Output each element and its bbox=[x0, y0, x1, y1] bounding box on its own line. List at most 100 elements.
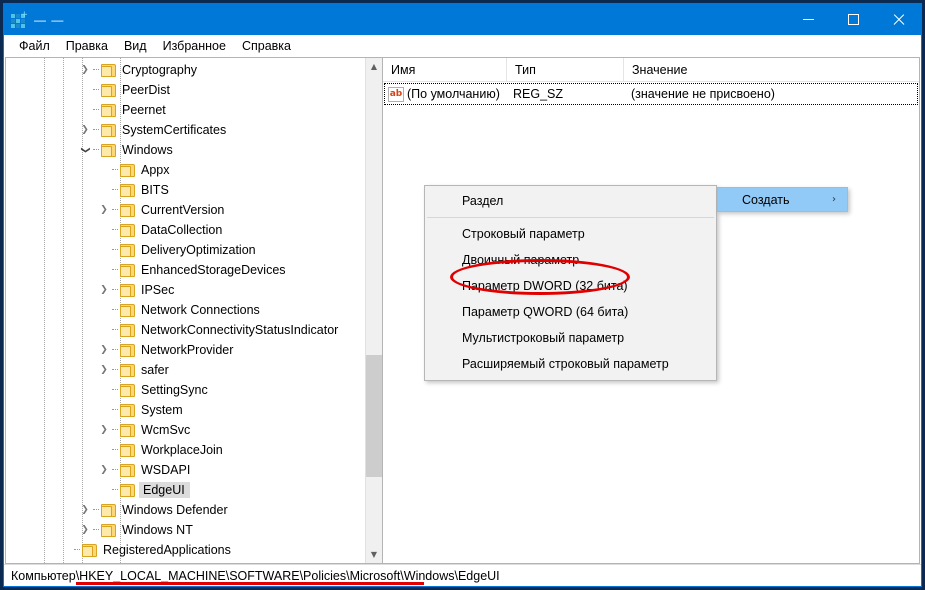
tree-connector-line bbox=[112, 360, 120, 380]
close-button[interactable] bbox=[876, 4, 921, 35]
chevron-right-icon[interactable]: ❯ bbox=[96, 360, 112, 380]
tree-item-label: CurrentVersion bbox=[141, 203, 225, 217]
tree-connector-line bbox=[112, 180, 120, 200]
tree-item-currentversion[interactable]: ❯ CurrentVersion bbox=[6, 200, 365, 220]
menu-favorites[interactable]: Избранное bbox=[155, 37, 234, 55]
tree-item-windows-defender[interactable]: ❯ Windows Defender bbox=[6, 500, 365, 520]
context-menu-item-new[interactable]: Создать › bbox=[717, 187, 848, 212]
tree-item-systemcertificates[interactable]: ❯ SystemCertificates bbox=[6, 120, 365, 140]
tree-item-label: DeliveryOptimization bbox=[141, 243, 256, 257]
menu-file[interactable]: Файл bbox=[11, 37, 58, 55]
folder-icon bbox=[120, 463, 135, 477]
tree-item-registeredapplications[interactable]: RegisteredApplications bbox=[6, 540, 365, 560]
tree-item-ipsec[interactable]: ❯ IPSec bbox=[6, 280, 365, 300]
registry-tree[interactable]: ❯ Cryptography PeerDist Peernet ❯ SystemCerti… bbox=[6, 58, 365, 563]
tree-connector-line bbox=[55, 560, 63, 563]
chevron-right-icon[interactable]: ❯ bbox=[96, 280, 112, 300]
menu-view[interactable]: Вид bbox=[116, 37, 155, 55]
tree-item-label: WSDAPI bbox=[141, 463, 191, 477]
tree-item-label: Windows NT bbox=[122, 523, 193, 537]
context-menu-item-string[interactable]: Строковый параметр bbox=[425, 221, 716, 247]
chevron-right-icon[interactable]: ❯ bbox=[77, 120, 93, 140]
chevron-right-icon[interactable]: ❯ bbox=[77, 500, 93, 520]
scrollbar-thumb[interactable] bbox=[366, 355, 382, 477]
value-data-cell: (значение не присвоено) bbox=[631, 87, 775, 101]
tree-item-deliveryoptimization[interactable]: DeliveryOptimization bbox=[6, 240, 365, 260]
tree-item-networkprovider[interactable]: ❯ NetworkProvider bbox=[6, 340, 365, 360]
chevron-right-icon[interactable]: ❯ bbox=[96, 460, 112, 480]
tree-item-bits[interactable]: BITS bbox=[6, 180, 365, 200]
tree-line-spacer bbox=[77, 80, 93, 100]
context-menu-item-key[interactable]: Раздел bbox=[425, 188, 716, 214]
tree-item-network-connections[interactable]: Network Connections bbox=[6, 300, 365, 320]
registry-tree-pane: ❯ Cryptography PeerDist Peernet ❯ SystemCerti… bbox=[5, 57, 382, 564]
folder-icon bbox=[101, 503, 116, 517]
chevron-right-icon[interactable]: ❯ bbox=[96, 420, 112, 440]
tree-connector-line bbox=[112, 320, 120, 340]
context-menu-item-expandstring[interactable]: Расширяемый строковый параметр bbox=[425, 351, 716, 377]
tree-item-label: Windows Defender bbox=[122, 503, 228, 517]
tree-connector-line bbox=[112, 160, 120, 180]
folder-icon bbox=[120, 383, 135, 397]
folder-icon bbox=[101, 63, 116, 77]
tree-item-datacollection[interactable]: DataCollection bbox=[6, 220, 365, 240]
tree-item-simplitec[interactable]: ❯ simplitec bbox=[6, 560, 365, 563]
tree-item-system[interactable]: System bbox=[6, 400, 365, 420]
tree-item-networkconnectivitystatusindicator[interactable]: NetworkConnectivityStatusIndicator bbox=[6, 320, 365, 340]
menu-edit[interactable]: Правка bbox=[58, 37, 116, 55]
tree-item-wsdapi[interactable]: ❯ WSDAPI bbox=[6, 460, 365, 480]
tree-connector-line bbox=[93, 80, 101, 100]
chevron-right-icon[interactable]: ❯ bbox=[39, 560, 55, 563]
chevron-right-icon[interactable]: ❯ bbox=[77, 520, 93, 540]
folder-icon bbox=[120, 223, 135, 237]
tree-item-edgeui[interactable]: EdgeUI bbox=[6, 480, 365, 500]
scroll-down-button[interactable]: ▼ bbox=[366, 546, 382, 563]
chevron-right-icon[interactable]: ❯ bbox=[96, 200, 112, 220]
tree-item-cryptography[interactable]: ❯ Cryptography bbox=[6, 60, 365, 80]
scrollbar-track[interactable] bbox=[366, 75, 382, 546]
maximize-icon bbox=[848, 14, 859, 25]
chevron-down-icon[interactable]: ❯ bbox=[75, 142, 95, 158]
folder-icon bbox=[101, 523, 116, 537]
tree-item-appx[interactable]: Appx bbox=[6, 160, 365, 180]
tree-scrollbar[interactable]: ▲ ▼ bbox=[365, 58, 382, 563]
context-menu-item-dword32[interactable]: Параметр DWORD (32 бита) bbox=[425, 273, 716, 299]
tree-item-peerdist[interactable]: PeerDist bbox=[6, 80, 365, 100]
column-header-type[interactable]: Тип bbox=[507, 58, 624, 81]
menu-help[interactable]: Справка bbox=[234, 37, 299, 55]
tree-item-windows-nt[interactable]: ❯ Windows NT bbox=[6, 520, 365, 540]
tree-item-label: Windows bbox=[122, 143, 173, 157]
string-value-icon: ab bbox=[388, 86, 404, 102]
tree-item-label: EnhancedStorageDevices bbox=[141, 263, 286, 277]
tree-item-label: SettingSync bbox=[141, 383, 208, 397]
tree-item-safer[interactable]: ❯ safer bbox=[6, 360, 365, 380]
tree-line-spacer bbox=[96, 380, 112, 400]
tree-item-label: NetworkConnectivityStatusIndicator bbox=[141, 323, 339, 337]
screenshot-root: + — — Файл Правка Вид Избранное Справка bbox=[0, 0, 925, 590]
tree-item-label: simplitec bbox=[84, 562, 136, 563]
tree-item-peernet[interactable]: Peernet bbox=[6, 100, 365, 120]
chevron-right-icon: › bbox=[832, 194, 836, 205]
minimize-button[interactable] bbox=[786, 4, 831, 35]
maximize-button[interactable] bbox=[831, 4, 876, 35]
tree-item-label: Network Connections bbox=[141, 303, 260, 317]
window-title: — — bbox=[34, 12, 65, 27]
tree-item-workplacejoin[interactable]: WorkplaceJoin bbox=[6, 440, 365, 460]
tree-item-label: IPSec bbox=[141, 283, 175, 297]
table-row[interactable]: ab (По умолчанию) REG_SZ (значение не пр… bbox=[384, 83, 918, 105]
status-bar-path: Компьютер\HKEY_LOCAL_MACHINE\SOFTWARE\Po… bbox=[11, 568, 500, 583]
tree-item-enhancedstoragedevices[interactable]: EnhancedStorageDevices bbox=[6, 260, 365, 280]
context-menu-item-qword64[interactable]: Параметр QWORD (64 бита) bbox=[425, 299, 716, 325]
tree-item-windows[interactable]: ❯ Windows bbox=[6, 140, 365, 160]
scroll-up-button[interactable]: ▲ bbox=[366, 58, 382, 75]
chevron-right-icon[interactable]: ❯ bbox=[96, 340, 112, 360]
chevron-right-icon[interactable]: ❯ bbox=[77, 60, 93, 80]
values-column-headers: Имя Тип Значение bbox=[383, 58, 919, 82]
tree-connector-line bbox=[112, 260, 120, 280]
column-header-name[interactable]: Имя bbox=[383, 58, 507, 81]
tree-item-wcmsvc[interactable]: ❯ WcmSvc bbox=[6, 420, 365, 440]
context-menu-item-multistring[interactable]: Мультистроковый параметр bbox=[425, 325, 716, 351]
tree-item-settingsync[interactable]: SettingSync bbox=[6, 380, 365, 400]
column-header-value[interactable]: Значение bbox=[624, 58, 919, 81]
context-menu-item-binary[interactable]: Двоичный параметр bbox=[425, 247, 716, 273]
